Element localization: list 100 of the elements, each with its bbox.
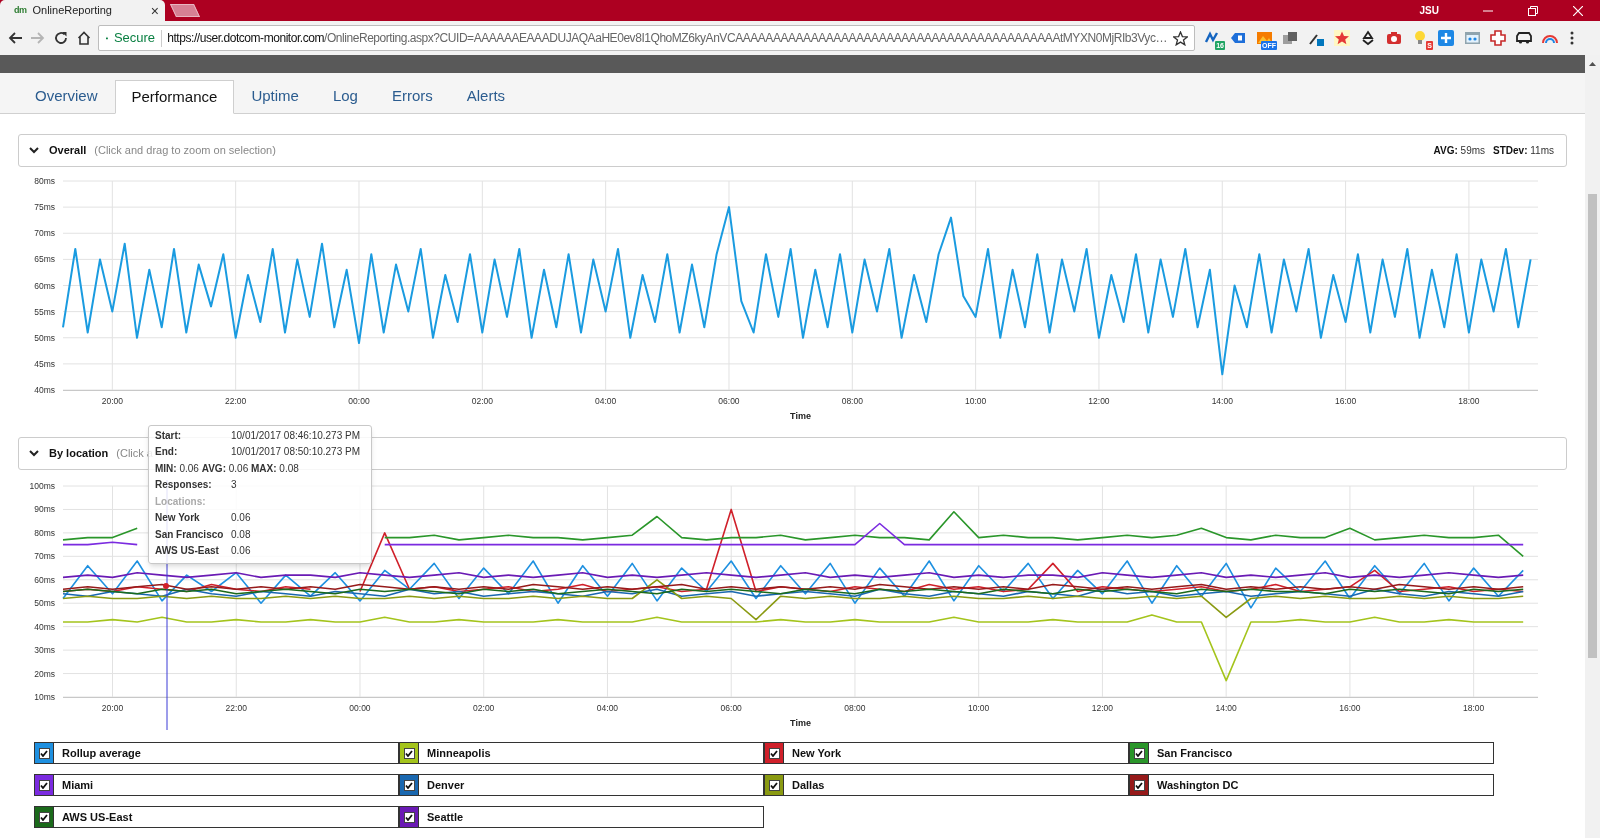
legend-label: Denver bbox=[419, 774, 764, 796]
security-label: Secure bbox=[113, 29, 156, 48]
restore-icon bbox=[1527, 5, 1538, 16]
legend-checkbox[interactable] bbox=[1129, 742, 1149, 764]
axis-title: Time bbox=[790, 718, 811, 728]
legend-checkbox[interactable] bbox=[34, 806, 54, 828]
tab[interactable]: Errors bbox=[374, 79, 450, 113]
tab[interactable]: Uptime bbox=[234, 79, 316, 113]
y-tick-label: 50ms bbox=[34, 332, 55, 343]
x-tick-label: 22:00 bbox=[225, 703, 247, 713]
favicon-logo: dm bbox=[14, 3, 27, 17]
car-icon bbox=[1516, 30, 1532, 46]
x-tick-label: 14:00 bbox=[1215, 703, 1237, 713]
tooltip-value: 10/01/2017 08:46:10.273 PM bbox=[231, 428, 360, 443]
check-icon bbox=[770, 749, 778, 757]
chevron-down-icon bbox=[29, 147, 39, 154]
check-icon bbox=[40, 781, 48, 789]
legend-label: Minneapolis bbox=[419, 742, 764, 764]
x-tick-label: 04:00 bbox=[595, 396, 617, 406]
tooltip-label: Responses: bbox=[155, 478, 213, 493]
window-icon bbox=[1464, 30, 1480, 46]
legend-checkbox[interactable] bbox=[34, 774, 54, 796]
y-tick-label: 50ms bbox=[34, 598, 55, 609]
check-icon bbox=[1135, 781, 1143, 789]
legend-label: New York bbox=[784, 742, 1129, 764]
legend-checkbox[interactable] bbox=[399, 774, 419, 796]
y-tick-label: 55ms bbox=[34, 306, 55, 317]
legend-label: Washington DC bbox=[1149, 774, 1494, 796]
tooltip-label: Start: bbox=[155, 428, 183, 443]
star-icon bbox=[1173, 30, 1188, 46]
x-tick-label: 06:00 bbox=[720, 703, 742, 713]
tab[interactable]: Performance bbox=[114, 80, 235, 114]
x-tick-label: 02:00 bbox=[471, 396, 493, 406]
legend-checkbox[interactable] bbox=[764, 774, 784, 796]
tooltip-heading: Locations: bbox=[155, 494, 206, 509]
legend-label: San Francisco bbox=[1149, 742, 1494, 764]
legend-checkbox[interactable] bbox=[399, 806, 419, 828]
tooltip-value: 3 bbox=[231, 478, 237, 493]
camera-icon bbox=[1386, 30, 1402, 46]
back-icon bbox=[7, 31, 22, 45]
x-tick-label: 00:00 bbox=[349, 703, 371, 713]
check-icon bbox=[1135, 749, 1143, 757]
x-tick-label: 22:00 bbox=[225, 396, 247, 406]
x-tick-label: 20:00 bbox=[101, 703, 124, 713]
tooltip-value: 0.06 bbox=[231, 544, 251, 559]
plus-icon bbox=[1438, 30, 1454, 46]
new-tab-button[interactable] bbox=[169, 4, 201, 17]
scrollbar-thumb[interactable] bbox=[1588, 194, 1597, 658]
x-tick-label: 16:00 bbox=[1339, 703, 1361, 713]
tab[interactable]: Overview bbox=[18, 79, 115, 113]
star-icon bbox=[1334, 30, 1350, 46]
tab[interactable]: Log bbox=[315, 79, 375, 113]
x-tick-label: 12:00 bbox=[1091, 703, 1114, 713]
x-tick-label: 10:00 bbox=[965, 396, 987, 406]
bulb-icon bbox=[1412, 30, 1428, 46]
tooltip-value: 0.08 bbox=[231, 527, 251, 542]
panel-title: Overall bbox=[49, 143, 87, 159]
x-tick-label: 08:00 bbox=[844, 703, 866, 713]
y-tick-label: 90ms bbox=[34, 504, 55, 515]
legend-checkbox[interactable] bbox=[764, 742, 784, 764]
check-icon bbox=[770, 781, 778, 789]
y-tick-label: 40ms bbox=[34, 621, 55, 632]
legend-checkbox[interactable] bbox=[34, 742, 54, 764]
chevron-down-icon bbox=[29, 450, 39, 457]
caret-up-icon bbox=[1589, 61, 1596, 66]
axis-title: Time bbox=[790, 411, 811, 421]
y-tick-label: 10ms bbox=[34, 692, 55, 702]
legend-label: AWS US-East bbox=[54, 806, 399, 828]
x-tick-label: 10:00 bbox=[968, 703, 990, 713]
cross-icon bbox=[1490, 30, 1506, 46]
address-bar[interactable]: Secure https://user.dotcom-monitor.com/OnlineReporting.aspx?CUID=AAAAAAEAAADUJAQAaHE0ev8I1QhoMZ6kyAnVCAAAAAAAAAAAAAAAAAAAAAAAAAAAAAAAAAAAAAAAAAAAtMYXN0MjRIb3Vyc… bbox=[98, 25, 1195, 51]
x-tick-label: 18:00 bbox=[1463, 703, 1485, 713]
x-tick-label: 04:00 bbox=[596, 703, 619, 713]
check-icon bbox=[405, 749, 413, 757]
y-tick-label: 80ms bbox=[34, 176, 55, 186]
legend-checkbox[interactable] bbox=[1129, 774, 1149, 796]
url-text: https://user.dotcom-monitor.com/OnlineReporting.aspx?CUID=AAAAAAEAAADUJAQAaHE0ev8I1QhoMZ6kyAnVCAAAAAAAAAAAAAAAAAAAAAAAAAAAAAAAAAAAAAAAAAAAtMYXN0MjRIb3Vyc… bbox=[167, 30, 1167, 47]
forward-icon bbox=[30, 31, 45, 45]
tooltip-label: New York bbox=[155, 511, 201, 526]
tab[interactable]: Alerts bbox=[449, 79, 523, 113]
tooltip-value: 10/01/2017 08:50:10.273 PM bbox=[231, 445, 360, 460]
legend-label: Rollup average bbox=[54, 742, 399, 764]
tooltip-value: 0.06 bbox=[231, 511, 251, 526]
bookmark-button[interactable] bbox=[1173, 30, 1188, 46]
tooltip-label: San Francisco bbox=[155, 527, 225, 542]
x-tick-label: 00:00 bbox=[348, 396, 370, 406]
profile-name[interactable]: JSU bbox=[1419, 3, 1439, 18]
x-tick-label: 14:00 bbox=[1211, 396, 1233, 406]
tag-icon bbox=[1230, 30, 1246, 46]
tooltip-label: End: bbox=[155, 445, 179, 460]
y-tick-label: 80ms bbox=[34, 527, 55, 538]
panel-title: By location bbox=[49, 446, 109, 462]
legend-checkbox[interactable] bbox=[399, 742, 419, 764]
check-icon bbox=[405, 813, 413, 821]
x-tick-label: 02:00 bbox=[473, 703, 495, 713]
close-tab-button[interactable]: × bbox=[150, 3, 159, 18]
legend-label: Miami bbox=[54, 774, 399, 796]
browser-tab[interactable]: dm OnlineReporting × bbox=[0, 0, 165, 21]
y-tick-label: 30ms bbox=[34, 645, 55, 656]
panel-hint: (Click and drag to zoom on selection) bbox=[94, 143, 276, 159]
